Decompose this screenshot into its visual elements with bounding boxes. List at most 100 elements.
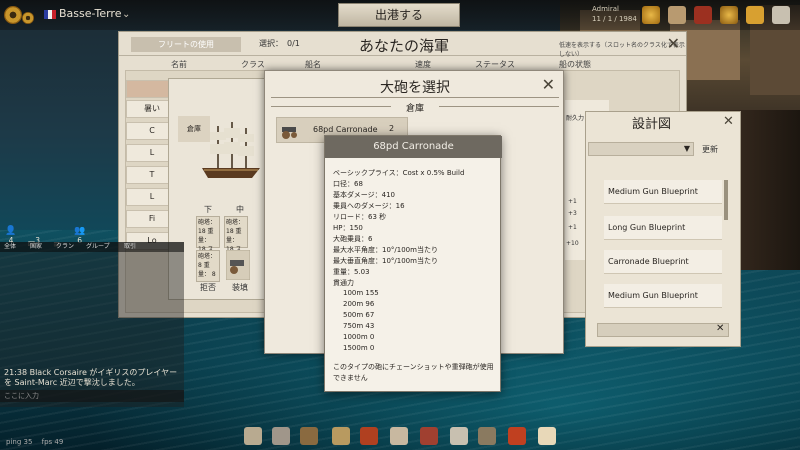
fleet-tab[interactable]: フリートの使用 xyxy=(131,37,241,52)
swords-icon[interactable] xyxy=(272,427,290,445)
navy-title: あなたの海軍 xyxy=(359,37,450,55)
dialog-title: 大砲を選択 xyxy=(380,80,450,96)
update-button[interactable]: 更新 xyxy=(702,144,718,155)
close-icon[interactable]: ✕ xyxy=(716,323,724,334)
close-icon[interactable]: ✕ xyxy=(723,114,734,129)
chevron-down-icon: ▼ xyxy=(683,144,690,153)
cannon-tooltip: 68pd Carronade ベーシックプライス：Cost x 0.5% Bui… xyxy=(324,135,502,392)
france-flag-icon xyxy=(44,9,56,19)
ship-icon xyxy=(202,122,260,178)
date-label: 11 / 1 / 1984 xyxy=(592,15,637,23)
load-label[interactable]: 装填 xyxy=(232,282,248,293)
small-gear-icon[interactable] xyxy=(22,12,34,24)
signpost-icon[interactable] xyxy=(478,427,496,445)
chat-tab-trade[interactable]: 取引 xyxy=(124,242,136,252)
tooltip-line: 最大水平角度：10°/100m当たり xyxy=(333,246,438,254)
group-icon[interactable]: 👥6 xyxy=(73,226,87,245)
divider xyxy=(271,106,391,107)
players-icon[interactable]: 👤4 xyxy=(4,226,18,245)
chat-message: 21:38 Black Corsaire がイギリスのプレイヤーを Saint-… xyxy=(4,368,178,387)
cannon-slot[interactable]: 砲塔： 18 重量： 18 スロット： 6 xyxy=(224,216,248,271)
chat-tab-nation[interactable]: 国家 xyxy=(30,242,42,252)
book-icon[interactable] xyxy=(772,6,790,24)
top-bar: Basse-Terre ⌄ 出港する Admiral 11 / 1 / 1984 xyxy=(0,0,800,30)
chest-icon[interactable] xyxy=(694,6,712,24)
cannon-slot[interactable]: 砲塔： 18 重量： 18 スロット： 6 xyxy=(196,216,220,271)
tooltip-line: 貫通力 xyxy=(333,279,354,287)
tooltip-title: 68pd Carronade xyxy=(325,136,502,158)
buildings-icon[interactable] xyxy=(668,6,686,24)
tooltip-line: 乗員へのダメージ：16 xyxy=(333,202,405,210)
tooltip-note: このタイプの砲にチェーンショットや重弾砲が使用できません xyxy=(333,363,494,382)
tooltip-line: 最大垂直角度：10°/100m当たり xyxy=(333,257,438,265)
col-header-name[interactable]: 名前 xyxy=(171,59,187,70)
col-header-status[interactable]: ステータス xyxy=(475,59,515,70)
penetration-line: 200m 96 xyxy=(343,300,375,308)
shipyard-icon[interactable] xyxy=(420,427,438,445)
blueprint-filter-select[interactable]: ▼ xyxy=(588,142,694,156)
chat-input[interactable]: ここに入力 xyxy=(0,390,184,402)
chevron-down-icon[interactable]: ⌄ xyxy=(122,9,130,20)
blueprint-item[interactable]: Medium Gun Blueprint xyxy=(604,180,722,204)
reject-label[interactable]: 拒否 xyxy=(200,282,216,293)
tooltip-line: HP：150 xyxy=(333,224,363,232)
penetration-line: 1500m 0 xyxy=(343,344,375,352)
penetration-line: 750m 43 xyxy=(343,322,375,330)
divider xyxy=(439,106,559,107)
cannon-icon[interactable] xyxy=(226,250,250,280)
building-icon[interactable] xyxy=(390,427,408,445)
col-header-shipname[interactable]: 船名 xyxy=(305,59,321,70)
penetration-line: 100m 155 xyxy=(343,289,379,297)
port-name[interactable]: Basse-Terre xyxy=(44,7,121,20)
selection-count: 選択： 0/1 xyxy=(259,39,300,48)
sortie-button[interactable]: 出港する xyxy=(338,3,460,27)
tooltip-line: ベーシックプライス：Cost x 0.5% Build xyxy=(333,169,465,177)
tooltip-line: 重量：5.03 xyxy=(333,268,370,276)
cannon-quantity: 2 xyxy=(389,124,395,133)
chat-toolbar: 👤4 ✉3 ≡ 👥6 xyxy=(4,226,93,250)
player-status: Admiral 11 / 1 / 1984 xyxy=(592,4,637,24)
blueprint-title: 設計図 xyxy=(632,117,672,132)
bell-icon[interactable] xyxy=(508,427,526,445)
tooltip-line: 大砲乗員：6 xyxy=(333,235,373,243)
chat-tab-all[interactable]: 全体 xyxy=(4,242,16,252)
crate-icon[interactable] xyxy=(300,427,318,445)
chat-tab-clan[interactable]: クラン xyxy=(56,242,74,252)
deck-lower-label: 下 xyxy=(204,205,212,214)
col-header-condition[interactable]: 船の状態 xyxy=(559,59,591,70)
bottom-toolbar xyxy=(244,427,564,449)
close-icon[interactable]: ✕ xyxy=(542,75,555,94)
book-icon[interactable] xyxy=(450,427,468,445)
coin-icon[interactable] xyxy=(642,6,660,24)
blueprint-item[interactable]: Carronade Blueprint xyxy=(604,250,722,274)
penetration-line: 1000m 0 xyxy=(343,333,375,341)
blueprint-item[interactable]: Long Gun Blueprint xyxy=(604,216,722,240)
chat-tab-group[interactable]: グループ xyxy=(86,242,110,252)
cannon-name: 68pd Carronade xyxy=(313,125,378,134)
cannon-icon xyxy=(282,127,297,139)
scales-icon[interactable] xyxy=(332,427,350,445)
blueprint-footer-bar xyxy=(597,323,729,337)
flag-icon[interactable] xyxy=(746,6,764,24)
arrow-up-icon[interactable] xyxy=(538,427,556,445)
deck-middle-label: 中 xyxy=(236,205,244,214)
chat-tabs: 全体 国家 クラン グループ 取引 xyxy=(0,242,184,252)
tooltip-line: 口径：68 xyxy=(333,180,363,188)
compass-icon[interactable] xyxy=(720,6,738,24)
performance-readout: ping 35 fps 49 xyxy=(6,438,64,446)
gear-icon[interactable] xyxy=(4,6,22,24)
scrollbar[interactable] xyxy=(724,180,728,220)
tooltip-line: 基本ダメージ：410 xyxy=(333,191,396,199)
col-header-speed[interactable]: 速度 xyxy=(415,59,431,70)
hammer-icon[interactable] xyxy=(360,427,378,445)
rank-label: Admiral xyxy=(592,5,619,13)
col-header-class[interactable]: クラス xyxy=(241,59,265,70)
penetration-line: 500m 67 xyxy=(343,311,375,319)
blueprint-item[interactable]: Medium Gun Blueprint xyxy=(604,284,722,308)
close-icon[interactable]: ✕ xyxy=(667,34,680,53)
section-label: 倉庫 xyxy=(265,101,565,114)
divider xyxy=(271,97,559,98)
tooltip-line: リロード：63 秒 xyxy=(333,213,387,221)
cannon-slot[interactable]: 砲塔： 8 重量： 8 xyxy=(196,250,220,282)
binoculars-icon[interactable] xyxy=(244,427,262,445)
